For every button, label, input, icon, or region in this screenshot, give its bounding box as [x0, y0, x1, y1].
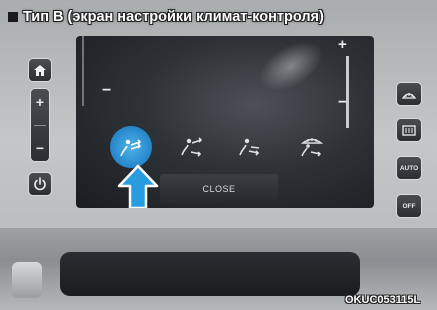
- auto-button[interactable]: AUTO: [396, 156, 422, 180]
- mode-face-feet-button[interactable]: [174, 128, 210, 164]
- mode-face-button[interactable]: [110, 126, 152, 168]
- storage-slot: [60, 252, 360, 296]
- power-button[interactable]: [28, 172, 52, 196]
- volume-control[interactable]: + −: [30, 88, 50, 162]
- caption-square-bullet: [8, 12, 18, 22]
- screen-glare: [250, 36, 332, 101]
- home-icon: [34, 64, 46, 76]
- off-button[interactable]: OFF: [396, 194, 422, 218]
- airflow-feet-defrost-icon: [300, 138, 324, 157]
- arrow-up-icon: [117, 164, 159, 208]
- climate-screen: + − − CLOSE: [76, 36, 374, 208]
- airflow-face-icon: [120, 139, 142, 157]
- temp-plus-label[interactable]: +: [338, 36, 347, 53]
- auto-label: AUTO: [399, 164, 419, 172]
- off-label: OFF: [402, 202, 416, 210]
- caption: Тип B (экран настройки климат-контроля): [8, 9, 324, 25]
- volume-down-button[interactable]: −: [36, 141, 44, 155]
- close-button[interactable]: CLOSE: [160, 174, 278, 204]
- rear-defrost-icon: [402, 124, 416, 136]
- airflow-feet-icon: [239, 138, 260, 156]
- front-defrost-icon: [401, 92, 417, 99]
- volume-up-button[interactable]: +: [36, 95, 44, 109]
- temperature-slider[interactable]: [346, 56, 349, 128]
- home-button[interactable]: [28, 58, 52, 82]
- image-code: OKUC053115L: [345, 294, 421, 306]
- left-bezel: + −: [16, 48, 68, 218]
- front-defrost-button[interactable]: [396, 82, 422, 106]
- console-knob: [12, 262, 42, 298]
- caption-text: Тип B (экран настройки климат-контроля): [23, 9, 324, 25]
- power-icon: [34, 177, 46, 191]
- volume-divider: [34, 124, 46, 126]
- fan-minus-label[interactable]: −: [102, 82, 111, 100]
- temp-minus-label[interactable]: −: [338, 94, 347, 112]
- rear-defrost-button[interactable]: [396, 118, 422, 142]
- screen-edge-line: [82, 36, 84, 106]
- mode-feet-defrost-button[interactable]: [294, 128, 330, 164]
- infotainment-panel-photo: Тип B (экран настройки климат-контроля) …: [0, 0, 437, 310]
- mode-feet-button[interactable]: [232, 128, 268, 164]
- airflow-face-feet-icon: [181, 137, 203, 157]
